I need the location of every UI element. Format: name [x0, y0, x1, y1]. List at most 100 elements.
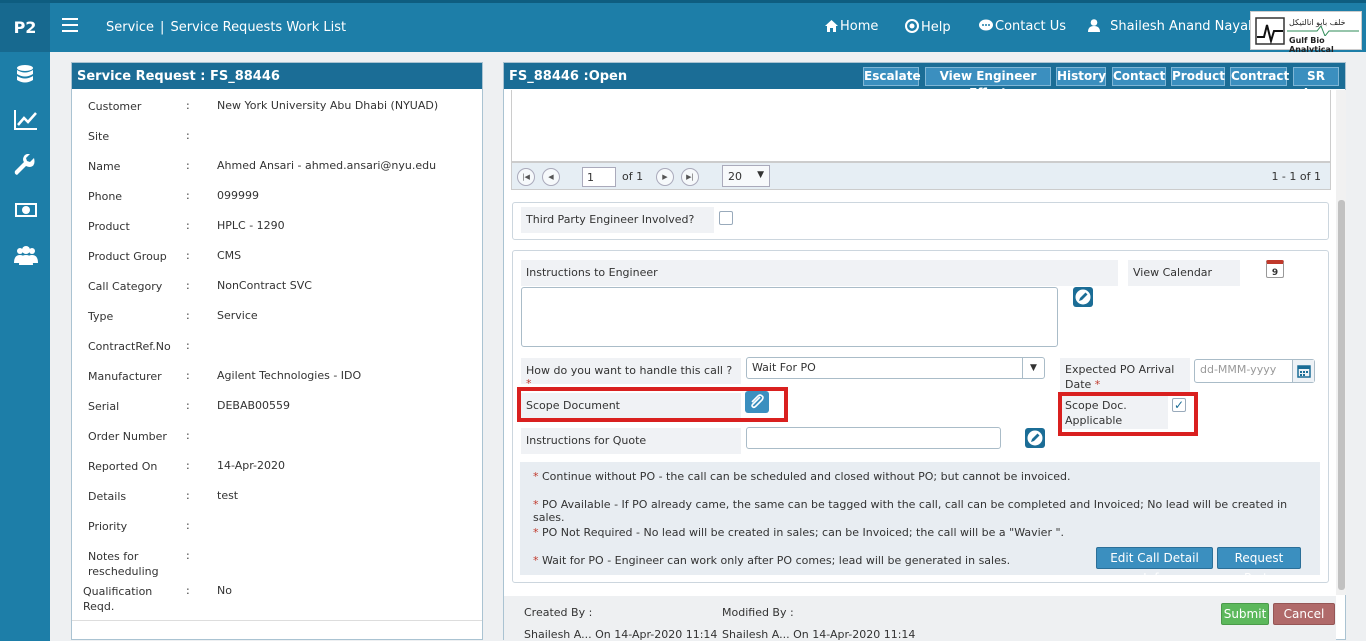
- detail-value: HPLC - 1290: [217, 219, 285, 232]
- page-count-label: of 1: [622, 170, 644, 183]
- wrench-icon[interactable]: [14, 153, 36, 176]
- detail-label: Order Number: [88, 430, 167, 443]
- detail-colon: :: [186, 159, 190, 172]
- users-icon[interactable]: [14, 244, 38, 266]
- breadcrumb-page[interactable]: Service Requests Work List: [170, 20, 346, 35]
- history-button[interactable]: History: [1056, 67, 1106, 86]
- top-bar: P2 Service | Service Requests Work List Ho…: [0, 0, 1366, 54]
- home-label: Home: [840, 19, 879, 34]
- detail-colon: :: [186, 429, 190, 442]
- product-button[interactable]: Product: [1171, 67, 1225, 86]
- detail-colon: :: [186, 219, 190, 232]
- third-party-checkbox[interactable]: [719, 211, 733, 225]
- note-continue-without-po: * Continue without PO - the call can be …: [533, 470, 1071, 483]
- logo-pulse-icon: [1287, 26, 1359, 36]
- detail-colon: :: [186, 339, 190, 352]
- edit-instructions-button[interactable]: [1073, 287, 1093, 307]
- detail-colon: :: [186, 459, 190, 472]
- scope-document-highlight: [517, 387, 788, 422]
- menu-icon[interactable]: [62, 18, 78, 32]
- user-name: Shailesh Anand Nayak: [1110, 19, 1256, 34]
- instructions-engineer-textarea[interactable]: [521, 287, 1058, 347]
- contract-button[interactable]: Contract: [1230, 67, 1289, 86]
- request-detail-header: FS_88446 :Open Escalate View Engineer Ef…: [504, 63, 1345, 100]
- detail-value: DEBAB00559: [217, 399, 291, 412]
- last-page-icon[interactable]: ▶|: [681, 168, 699, 186]
- detail-value: 099999: [217, 189, 259, 202]
- pencil-icon: [1027, 430, 1043, 446]
- detail-colon: :: [186, 489, 190, 502]
- detail-value: test: [217, 489, 239, 502]
- chat-icon: [979, 19, 993, 31]
- edit-quote-button[interactable]: [1025, 428, 1045, 448]
- next-page-icon[interactable]: ▶: [656, 168, 674, 186]
- money-icon[interactable]: [14, 199, 37, 221]
- request-parts-button[interactable]: Request Parts: [1217, 547, 1301, 585]
- calendar-day: 9: [1271, 268, 1279, 278]
- detail-label: Notes for rescheduling: [88, 550, 159, 578]
- detail-label: Qualification Reqd.: [83, 585, 153, 613]
- breadcrumb: Service | Service Requests Work List: [106, 20, 346, 35]
- help-label: Help: [921, 20, 951, 35]
- detail-value: Service: [217, 309, 258, 322]
- date-picker-icon[interactable]: [1292, 360, 1314, 382]
- page-size-select[interactable]: 20 ▼: [722, 165, 770, 187]
- detail-colon: :: [186, 129, 190, 142]
- escalate-button[interactable]: Escalate: [863, 67, 921, 86]
- service-request-title: Service Request : FS_88446: [72, 63, 482, 89]
- contact-us-label: Contact Us: [995, 19, 1066, 34]
- logo-mark-icon: [1255, 17, 1285, 45]
- detail-value: Agilent Technologies - IDO: [217, 369, 362, 382]
- handle-call-select[interactable]: Wait For PO ▼: [746, 357, 1045, 379]
- detail-label: Type: [88, 310, 114, 323]
- user-menu[interactable]: Shailesh Anand Nayak: [1088, 19, 1256, 34]
- handle-call-value: Wait For PO: [752, 361, 816, 374]
- detail-colon: :: [186, 249, 190, 262]
- view-calendar-label[interactable]: View Calendar: [1128, 260, 1240, 286]
- modified-by-value: Shailesh A... On 14-Apr-2020 11:14: [722, 628, 916, 641]
- home-icon: [825, 20, 838, 32]
- detail-colon: :: [186, 519, 190, 532]
- instructions-quote-label: Instructions for Quote: [521, 428, 741, 454]
- instructions-quote-input[interactable]: [746, 427, 1001, 449]
- chart-line-icon[interactable]: [14, 109, 37, 131]
- detail-colon: :: [186, 279, 190, 292]
- detail-colon: :: [186, 549, 190, 562]
- company-logo: خلف بايو انالتيكل Gulf Bio Analytical: [1250, 11, 1362, 54]
- home-link[interactable]: Home: [825, 19, 878, 34]
- edit-call-detail-button[interactable]: Edit Call Detail Info: [1096, 547, 1213, 585]
- breadcrumb-section[interactable]: Service: [106, 20, 154, 35]
- prev-page-icon[interactable]: ◀: [542, 168, 560, 186]
- calendar-icon[interactable]: 9: [1266, 260, 1284, 278]
- instructions-engineer-label: Instructions to Engineer: [521, 260, 1118, 286]
- logo-arabic-text: خلف بايو انالتيكل: [1289, 18, 1346, 27]
- third-party-label: Third Party Engineer Involved?: [521, 207, 714, 233]
- contact-us-link[interactable]: Contact Us: [979, 19, 1066, 34]
- detail-label: Name: [88, 160, 121, 173]
- contact-button[interactable]: Contact: [1112, 67, 1166, 86]
- page-number-input[interactable]: 1: [582, 167, 616, 187]
- po-date-text: Expected PO Arrival Date: [1065, 363, 1175, 391]
- request-status-title: FS_88446 :Open: [509, 69, 628, 84]
- sidebar: [0, 52, 50, 641]
- page-size-value: 20: [728, 170, 742, 183]
- po-date-input[interactable]: dd-MMM-yyyy: [1194, 359, 1315, 383]
- po-date-label: Expected PO Arrival Date *: [1060, 358, 1190, 392]
- detail-colon: :: [186, 99, 190, 112]
- handle-call-text: How do you want to handle this call ?: [526, 364, 733, 377]
- pencil-icon: [1075, 289, 1091, 305]
- grid-pager: |◀ ◀ 1 of 1 ▶ ▶| 20 ▼ 1 - 1 of 1: [511, 162, 1331, 190]
- submit-button[interactable]: Submit: [1221, 603, 1269, 625]
- detail-label: Reported On: [88, 460, 158, 473]
- first-page-icon[interactable]: |◀: [517, 168, 535, 186]
- record-range-label: 1 - 1 of 1: [1271, 170, 1321, 183]
- scrollbar-thumb[interactable]: [1338, 200, 1345, 590]
- view-engineer-effort-button[interactable]: View Engineer Effort: [925, 67, 1051, 100]
- cancel-button[interactable]: Cancel: [1273, 603, 1335, 625]
- app-brand[interactable]: P2: [0, 3, 50, 52]
- detail-value: No: [217, 584, 232, 597]
- help-link[interactable]: Help: [905, 19, 951, 35]
- sr-log-button[interactable]: SR Log: [1293, 67, 1339, 100]
- database-icon[interactable]: [14, 64, 36, 86]
- detail-label: Manufacturer: [88, 370, 162, 383]
